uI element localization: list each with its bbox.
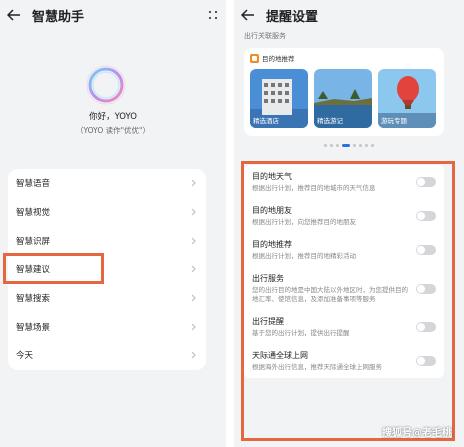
chevron-right-icon: [188, 235, 198, 247]
header: 提醒设置: [234, 0, 464, 30]
highlight-box-settings: [241, 161, 455, 441]
assistant-greeting: 你好，YOYO: [89, 112, 137, 122]
page-title: 提醒设置: [266, 9, 319, 25]
menu-item-label: 智慧识屏: [16, 236, 51, 247]
thumb-hotels[interactable]: 精选酒店: [250, 69, 308, 128]
menu-item-label: 今天: [16, 351, 34, 362]
menu-item-vision[interactable]: 智慧视觉: [8, 198, 206, 227]
back-button[interactable]: [234, 0, 262, 30]
menu-item-label: 智慧搜索: [16, 294, 51, 305]
pager-dot[interactable]: [324, 144, 327, 147]
thumb-caption: 精选游记: [317, 117, 343, 125]
highlight-box-suggestions: [3, 253, 104, 284]
grid-dots-icon: [208, 10, 218, 20]
menu-item-scenes[interactable]: 智慧场景: [8, 312, 206, 341]
pager-dot[interactable]: [359, 144, 362, 147]
menu-item-search[interactable]: 智慧搜索: [8, 284, 206, 313]
pager-dot[interactable]: [330, 144, 333, 147]
card-header: 目的地推荐: [250, 53, 295, 63]
carousel-pager: [234, 144, 464, 147]
menu-item-screen-recognition[interactable]: 智慧识屏: [8, 226, 206, 255]
pager-dot[interactable]: [365, 144, 368, 147]
page-title: 智慧助手: [32, 9, 85, 25]
chevron-right-icon: [188, 292, 198, 304]
header: 智慧助手: [0, 0, 226, 30]
pager-dot[interactable]: [336, 144, 339, 147]
thumb-tour-topics[interactable]: 游玩专题: [378, 69, 436, 128]
back-button[interactable]: [0, 0, 28, 30]
card-title: 目的地推荐: [262, 55, 295, 63]
thumb-caption: 游玩专题: [381, 117, 407, 125]
menu-item-label: 智慧语音: [16, 179, 51, 190]
thumb-caption: 精选酒店: [253, 117, 279, 125]
thumb-travel-notes[interactable]: 精选游记: [314, 69, 372, 128]
panel-divider: [226, 0, 234, 447]
back-arrow-icon: [241, 9, 254, 21]
more-button[interactable]: [200, 0, 226, 30]
chevron-right-icon: [188, 177, 198, 189]
chevron-right-icon: [188, 263, 198, 275]
section-label: 出行关联服务: [244, 32, 286, 40]
assistant-orb-logo: [86, 65, 126, 105]
pager-dot-active[interactable]: [342, 144, 350, 147]
chevron-right-icon: [188, 349, 198, 361]
assistant-name-note: （YOYO 读作"优优"）: [75, 126, 151, 135]
smart-assistant-screen: 智慧助手 你好，YOYO （YOYO 读作"优优"） 智慧语音 智慧视觉 智慧识…: [0, 0, 226, 447]
watermark: 搜狐号@老毛桃: [382, 428, 452, 439]
menu-item-voice[interactable]: 智慧语音: [8, 169, 206, 198]
destination-recommendation-card[interactable]: 目的地推荐 精选酒店 精选游记 游玩专题: [244, 48, 444, 136]
menu-item-today[interactable]: 今天: [8, 341, 206, 370]
pager-dot[interactable]: [353, 144, 356, 147]
back-arrow-icon: [7, 9, 20, 21]
recommend-icon: [250, 53, 259, 63]
chevron-right-icon: [188, 321, 198, 333]
menu-item-label: 智慧场景: [16, 322, 51, 333]
chevron-right-icon: [188, 206, 198, 218]
pager-dot[interactable]: [371, 144, 374, 147]
menu-item-label: 智慧视觉: [16, 208, 51, 219]
